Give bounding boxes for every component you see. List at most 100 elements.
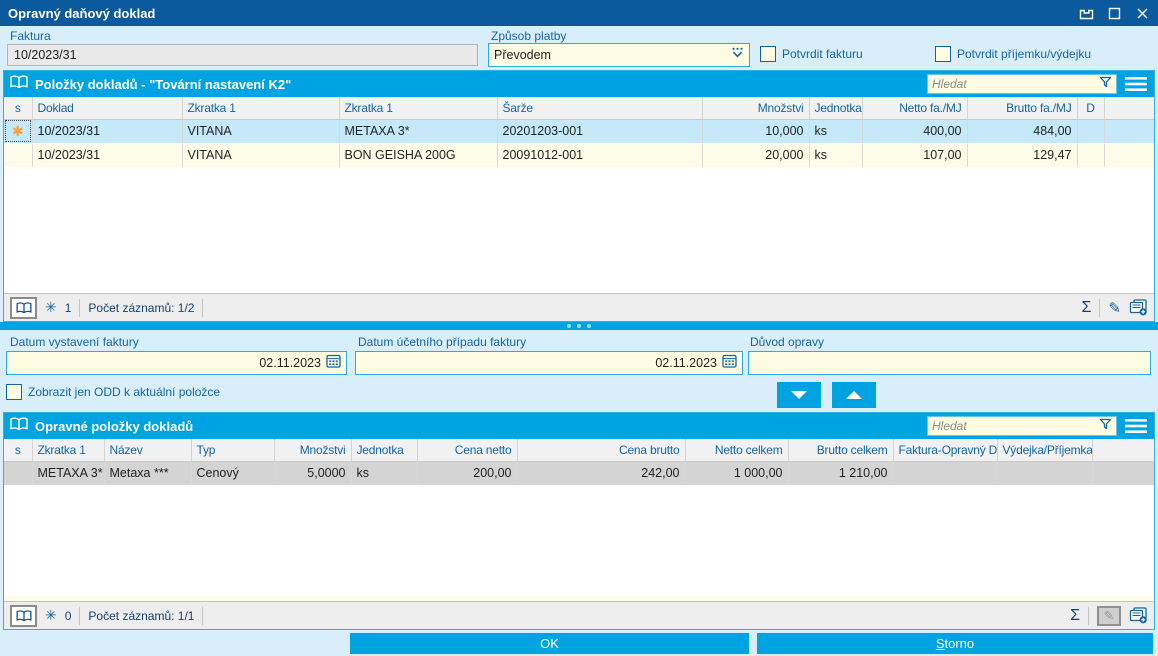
move-down-button[interactable]: [777, 382, 821, 408]
col-mnozstvi[interactable]: Množstvi: [702, 97, 810, 120]
title-bar: Opravný daňový doklad: [0, 0, 1158, 26]
cell-zkratka2: METAXA 3*: [339, 119, 498, 144]
panel1-footer: ✳ 1 Počet záznamů: 1/2 Σ ✎: [4, 293, 1154, 321]
lock-count: 0: [64, 608, 72, 623]
cell-zkratka1: VITANA: [182, 143, 340, 168]
lock-count: 1: [64, 300, 72, 315]
move-up-button[interactable]: [832, 382, 876, 408]
col-s[interactable]: s: [4, 439, 33, 462]
maximize-icon[interactable]: [1106, 5, 1122, 21]
calendar-icon[interactable]: [722, 354, 737, 373]
col-zkratka1b[interactable]: Zkratka 1: [339, 97, 498, 120]
cell-d: [1077, 119, 1105, 144]
book-icon: [10, 416, 28, 436]
cell-mnozstvi: 5,0000: [274, 461, 352, 486]
reason-input[interactable]: [748, 351, 1151, 375]
calendar-icon[interactable]: [326, 354, 341, 373]
ok-button[interactable]: OK: [350, 633, 749, 654]
cell-jednotka: ks: [809, 119, 863, 144]
records-count: Počet záznamů: 1/2: [88, 300, 195, 315]
panel-polozky-dokladu: Položky dokladů - "Tovární nastavení K2"…: [3, 70, 1155, 322]
cell-vydejka: [997, 461, 1093, 486]
table-row[interactable]: ✱ 10/2023/31 VITANA METAXA 3* 20201203-0…: [4, 119, 1154, 144]
col-zkratka1[interactable]: Zkratka 1: [182, 97, 340, 120]
book-view-button[interactable]: [10, 296, 37, 319]
col-netto-celkem[interactable]: Netto celkem: [685, 439, 789, 462]
col-sarze[interactable]: Šarže: [497, 97, 703, 120]
payment-select[interactable]: Převodem: [488, 43, 750, 67]
search-input[interactable]: [932, 419, 1099, 433]
col-brutto-celkem[interactable]: Brutto celkem: [788, 439, 894, 462]
panel-splitter-handle[interactable]: [0, 322, 1158, 330]
checkbox-box: [760, 46, 776, 62]
filter-icon[interactable]: [1099, 75, 1112, 93]
restore-icon[interactable]: [1078, 5, 1094, 21]
table-row[interactable]: METAXA 3* Metaxa *** Cenový 5,0000 ks 20…: [4, 461, 1154, 486]
col-netto[interactable]: Netto fa./MJ: [862, 97, 968, 120]
book-view-button[interactable]: [10, 604, 37, 627]
divider: [1088, 606, 1089, 625]
filter-icon[interactable]: [1099, 417, 1112, 435]
cell-jednotka: ks: [809, 143, 863, 168]
confirm-invoice-checkbox[interactable]: Potvrdit fakturu: [760, 46, 863, 62]
cell-cena-netto: 200,00: [417, 461, 518, 486]
sum-icon[interactable]: Σ: [1082, 299, 1092, 317]
col-faktura-odd[interactable]: Faktura-Opravný DD: [893, 439, 998, 462]
arrow-up-icon: [846, 391, 862, 399]
menu-icon[interactable]: [1124, 76, 1148, 92]
panel1-grid-empty-area[interactable]: [4, 167, 1154, 293]
cell-sarze: 20201203-001: [497, 119, 703, 144]
panel2-header-row: s Zkratka 1 Název Typ Množstvi Jednotka …: [4, 439, 1154, 462]
search-input[interactable]: [932, 77, 1099, 91]
panel2-footer: ✳ 0 Počet záznamů: 1/1 Σ ✎: [4, 601, 1154, 629]
snowflake-icon[interactable]: ✳: [45, 607, 57, 624]
col-jednotka[interactable]: Jednotka: [809, 97, 863, 120]
cell-filler: [1104, 143, 1154, 168]
col-nazev[interactable]: Název: [104, 439, 192, 462]
col-brutto[interactable]: Brutto fa./MJ: [967, 97, 1078, 120]
issue-date-input[interactable]: [12, 356, 321, 370]
col-vydejka[interactable]: Výdejka/Příjemka: [997, 439, 1093, 462]
show-odd-label: Zobrazit jen ODD k aktuální položce: [28, 385, 221, 399]
table-row[interactable]: 10/2023/31 VITANA BON GEISHA 200G 200910…: [4, 143, 1154, 168]
accounting-date-input[interactable]: [361, 356, 717, 370]
chevron-down-icon: [731, 46, 744, 64]
cell-cena-brutto: 242,00: [517, 461, 686, 486]
confirm-receipt-label: Potvrdit příjemku/výdejku: [957, 47, 1092, 61]
accounting-date-label: Datum účetního případu faktury: [358, 335, 527, 349]
sum-icon[interactable]: Σ: [1070, 607, 1080, 625]
show-odd-checkbox[interactable]: Zobrazit jen ODD k aktuální položce: [6, 384, 220, 400]
cell-d: [1077, 143, 1105, 168]
confirm-receipt-checkbox[interactable]: Potvrdit příjemku/výdejku: [935, 46, 1091, 62]
cell-netto: 400,00: [862, 119, 968, 144]
new-row-strip: [4, 596, 1154, 601]
storno-button[interactable]: Storno: [757, 633, 1153, 654]
col-cena-netto[interactable]: Cena netto: [417, 439, 518, 462]
col-s[interactable]: s: [4, 97, 33, 120]
faktura-input[interactable]: [7, 44, 478, 66]
col-d[interactable]: D: [1077, 97, 1105, 120]
divider: [79, 606, 81, 625]
edit-icon[interactable]: ✎: [1108, 299, 1121, 317]
panel2-grid-empty-area[interactable]: [4, 485, 1154, 601]
checkbox-box: [935, 46, 951, 62]
col-mnozstvi[interactable]: Množstvi: [274, 439, 352, 462]
divider: [79, 298, 81, 317]
new-form-icon[interactable]: [1129, 607, 1148, 624]
snowflake-icon[interactable]: ✳: [45, 299, 57, 316]
col-typ[interactable]: Typ: [191, 439, 275, 462]
col-cena-brutto[interactable]: Cena brutto: [517, 439, 686, 462]
close-icon[interactable]: [1134, 5, 1150, 21]
panel2-search: [927, 416, 1117, 436]
col-doklad[interactable]: Doklad: [32, 97, 183, 120]
issue-date-label: Datum vystavení faktury: [10, 335, 139, 349]
panel2-header: Opravné položky dokladů: [4, 413, 1154, 439]
col-zkratka1[interactable]: Zkratka 1: [32, 439, 105, 462]
divider: [202, 298, 204, 317]
panel1-title: Položky dokladů - "Tovární nastavení K2": [35, 76, 292, 92]
row-marker-cell: [4, 143, 33, 168]
menu-icon[interactable]: [1124, 418, 1148, 434]
panel1-grid: s Doklad Zkratka 1 Zkratka 1 Šarže Množs…: [4, 97, 1154, 168]
col-jednotka[interactable]: Jednotka: [351, 439, 418, 462]
new-form-icon[interactable]: [1129, 299, 1148, 316]
